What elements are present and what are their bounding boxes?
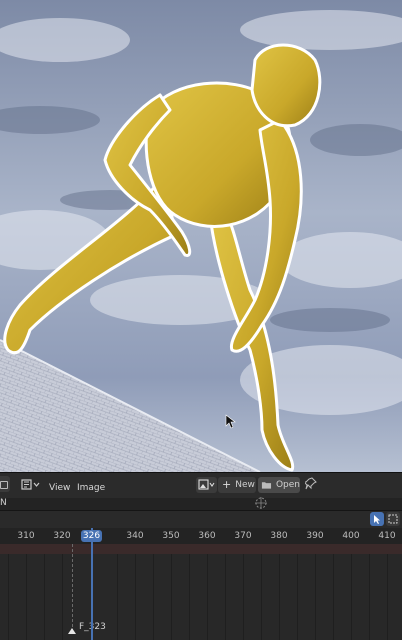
select-tool-button[interactable]: [370, 512, 384, 526]
gizmo-icon[interactable]: [254, 496, 268, 510]
gridline: [8, 554, 9, 640]
gridline: [44, 554, 45, 640]
gridline: [153, 554, 154, 640]
gridline: [171, 554, 172, 640]
gridline: [351, 554, 352, 640]
image-browse-icon: [197, 479, 214, 490]
menu-view[interactable]: View: [49, 479, 70, 497]
viewport-render: [0, 0, 402, 472]
plus-icon: +: [222, 478, 232, 491]
gridline: [315, 554, 316, 640]
new-label: New: [235, 480, 255, 490]
box-select-button[interactable]: [386, 512, 400, 526]
pin-icon[interactable]: [305, 477, 317, 491]
gridline: [207, 554, 208, 640]
ruler-label: 380: [270, 531, 288, 541]
cache-band: [0, 544, 402, 554]
timeline-toolbar: [0, 510, 402, 529]
gridline: [135, 554, 136, 640]
ruler-label: 400: [342, 531, 360, 541]
gridline: [62, 554, 63, 640]
ruler-label: 310: [17, 531, 35, 541]
timeline-track-area[interactable]: [0, 544, 402, 640]
gridline: [225, 554, 226, 640]
3d-viewport[interactable]: [0, 0, 402, 472]
gridline: [333, 554, 334, 640]
marker-triangle-icon[interactable]: [68, 628, 76, 634]
folder-icon: [261, 482, 272, 489]
box-select-icon: [388, 514, 398, 524]
ruler-label: 360: [198, 531, 216, 541]
gridline: [189, 554, 190, 640]
sidebar-tab-letter[interactable]: N: [0, 498, 7, 508]
new-image-button[interactable]: + New: [218, 477, 256, 493]
image-browse-button[interactable]: [196, 477, 217, 493]
open-label: Open: [275, 480, 300, 490]
image-editor-type-icon[interactable]: [0, 476, 10, 492]
ruler-label: 350: [162, 531, 180, 541]
open-image-button[interactable]: Open: [258, 477, 300, 493]
gridline: [243, 554, 244, 640]
select-tool-icon: [374, 515, 380, 524]
ruler-label: 390: [306, 531, 324, 541]
gridline: [261, 554, 262, 640]
gridline: [297, 554, 298, 640]
gridline: [117, 554, 118, 640]
tool-settings-strip: [0, 498, 402, 510]
ruler-label: 320: [53, 531, 71, 541]
gridline: [279, 554, 280, 640]
gridline: [26, 554, 27, 640]
mode-icon: [21, 479, 40, 490]
ruler-label: 340: [126, 531, 144, 541]
menu-image[interactable]: Image: [77, 479, 105, 497]
marker-line: [72, 544, 73, 632]
ruler-label: 410: [378, 531, 396, 541]
ruler-label: 370: [234, 531, 252, 541]
mode-dropdown[interactable]: [20, 477, 42, 493]
playhead[interactable]: [91, 528, 93, 640]
gridline: [369, 554, 370, 640]
gridline: [387, 554, 388, 640]
current-frame-badge[interactable]: 326: [81, 530, 102, 542]
